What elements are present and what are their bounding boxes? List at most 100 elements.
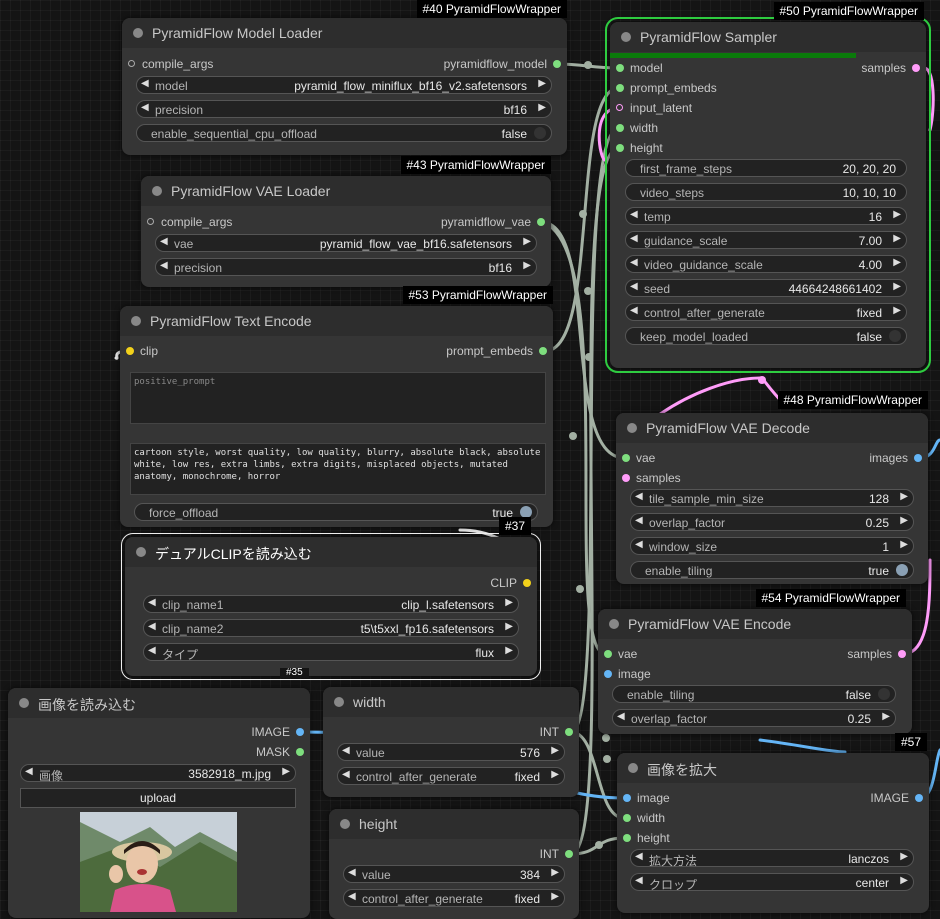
- socket-icon[interactable]: [616, 124, 624, 132]
- tile-sample-min-size-stepper[interactable]: ◀ tile_sample_min_size 128 ▶: [630, 489, 914, 507]
- arrow-right-icon[interactable]: ▶: [893, 209, 901, 220]
- arrow-right-icon[interactable]: ▶: [893, 233, 901, 244]
- socket-icon[interactable]: [126, 347, 134, 355]
- arrow-right-icon[interactable]: ▶: [538, 78, 546, 89]
- socket-icon[interactable]: [623, 814, 631, 822]
- input-width[interactable]: width: [616, 120, 658, 136]
- node-title-bar[interactable]: PyramidFlow Model Loader: [122, 18, 567, 48]
- socket-icon[interactable]: [616, 64, 624, 72]
- input-clip[interactable]: clip: [126, 343, 158, 359]
- arrow-left-icon[interactable]: ◀: [635, 491, 643, 502]
- node-dual-clip-loader[interactable]: #37 #35 デュアルCLIPを読み込む CLIP ◀ clip_name1 cl…: [121, 517, 541, 680]
- arrow-right-icon[interactable]: ▶: [538, 102, 546, 113]
- socket-icon[interactable]: [604, 650, 612, 658]
- output-int[interactable]: INT: [540, 846, 573, 862]
- keep-model-loaded-toggle[interactable]: keep_model_loaded false: [625, 327, 907, 345]
- socket-icon[interactable]: [539, 347, 547, 355]
- input-model[interactable]: model: [616, 60, 663, 76]
- type-select[interactable]: ◀ タイプ flux ▶: [143, 643, 519, 662]
- output-mask[interactable]: MASK: [256, 744, 304, 760]
- socket-icon[interactable]: [912, 64, 920, 72]
- input-compile-args[interactable]: compile_args: [147, 214, 232, 230]
- width-value-stepper[interactable]: ◀ value 576 ▶: [337, 743, 565, 761]
- input-latent[interactable]: input_latent: [616, 100, 692, 116]
- socket-icon[interactable]: [616, 104, 623, 111]
- socket-icon[interactable]: [565, 850, 573, 858]
- output-pyramidflow-vae[interactable]: pyramidflow_vae: [441, 214, 545, 230]
- input-width[interactable]: width: [623, 810, 665, 826]
- arrow-right-icon[interactable]: ▶: [282, 766, 290, 777]
- node-vae-loader[interactable]: #43 PyramidFlowWrapper PyramidFlow VAE L…: [141, 156, 551, 287]
- upload-button[interactable]: upload: [20, 788, 296, 808]
- node-title-bar[interactable]: 画像を拡大: [617, 753, 929, 783]
- sequential-offload-toggle[interactable]: enable_sequential_cpu_offload false: [136, 124, 552, 142]
- clip-name2-select[interactable]: ◀ clip_name2 t5\t5xxl_fp16.safetensors ▶: [143, 619, 519, 637]
- enable-tiling-toggle[interactable]: enable_tiling false: [612, 685, 896, 703]
- video-steps-field[interactable]: video_steps 10, 10, 10: [625, 183, 907, 201]
- collapse-dot-icon[interactable]: [628, 763, 638, 773]
- collapse-dot-icon[interactable]: [609, 619, 619, 629]
- seed-stepper[interactable]: ◀ seed 44664248661402 ▶: [625, 279, 907, 297]
- arrow-right-icon[interactable]: ▶: [893, 257, 901, 268]
- positive-prompt-textarea[interactable]: positive_prompt: [130, 372, 546, 424]
- arrow-right-icon[interactable]: ▶: [900, 491, 908, 502]
- input-height[interactable]: height: [623, 830, 670, 846]
- node-width[interactable]: width INT ◀ value 576 ▶ ◀ control_after_gene…: [323, 687, 579, 797]
- node-title-bar[interactable]: PyramidFlow Sampler: [610, 22, 926, 52]
- input-vae[interactable]: vae: [622, 450, 655, 466]
- collapse-dot-icon[interactable]: [152, 186, 162, 196]
- socket-icon[interactable]: [523, 579, 531, 587]
- arrow-left-icon[interactable]: ◀: [617, 711, 625, 722]
- force-offload-toggle[interactable]: force_offload true: [134, 503, 538, 521]
- node-pyramidflow-sampler[interactable]: #50 PyramidFlowWrapper PyramidFlow Sampl…: [605, 2, 931, 373]
- arrow-right-icon[interactable]: ▶: [505, 645, 513, 656]
- video-guidance-scale-stepper[interactable]: ◀ video_guidance_scale 4.00 ▶: [625, 255, 907, 273]
- height-value-stepper[interactable]: ◀ value 384 ▶: [343, 865, 565, 883]
- socket-icon[interactable]: [623, 834, 631, 842]
- arrow-right-icon[interactable]: ▶: [900, 875, 908, 886]
- arrow-left-icon[interactable]: ◀: [148, 621, 156, 632]
- arrow-left-icon[interactable]: ◀: [630, 209, 638, 220]
- node-image-scale[interactable]: #57 画像を拡大 image IMAGE width height ◀ 拡大方法…: [617, 733, 929, 913]
- output-clip[interactable]: CLIP: [490, 575, 531, 591]
- output-images[interactable]: images: [869, 450, 922, 466]
- arrow-left-icon[interactable]: ◀: [148, 645, 156, 656]
- socket-icon[interactable]: [914, 454, 922, 462]
- socket-icon[interactable]: [565, 728, 573, 736]
- output-int[interactable]: INT: [540, 724, 573, 740]
- collapse-dot-icon[interactable]: [133, 28, 143, 38]
- arrow-right-icon[interactable]: ▶: [551, 867, 559, 878]
- input-compile-args[interactable]: compile_args: [128, 56, 213, 72]
- socket-icon[interactable]: [623, 794, 631, 802]
- temp-stepper[interactable]: ◀ temp 16 ▶: [625, 207, 907, 225]
- first-frame-steps-field[interactable]: first_frame_steps 20, 20, 20: [625, 159, 907, 177]
- arrow-right-icon[interactable]: ▶: [900, 515, 908, 526]
- arrow-left-icon[interactable]: ◀: [630, 257, 638, 268]
- arrow-left-icon[interactable]: ◀: [635, 515, 643, 526]
- arrow-left-icon[interactable]: ◀: [342, 745, 350, 756]
- socket-icon[interactable]: [604, 670, 612, 678]
- arrow-right-icon[interactable]: ▶: [551, 891, 559, 902]
- arrow-left-icon[interactable]: ◀: [635, 539, 643, 550]
- arrow-left-icon[interactable]: ◀: [148, 597, 156, 608]
- overlap-factor-stepper[interactable]: ◀ overlap_factor 0.25 ▶: [630, 513, 914, 531]
- node-title-bar[interactable]: PyramidFlow VAE Decode: [616, 413, 928, 443]
- arrow-left-icon[interactable]: ◀: [630, 281, 638, 292]
- node-title-bar[interactable]: width: [323, 687, 579, 717]
- node-model-loader[interactable]: #40 PyramidFlowWrapper PyramidFlow Model…: [122, 0, 567, 155]
- output-image[interactable]: IMAGE: [251, 724, 304, 740]
- upscale-method-select[interactable]: ◀ 拡大方法 lanczos ▶: [630, 849, 914, 868]
- input-samples[interactable]: samples: [622, 470, 681, 486]
- arrow-left-icon[interactable]: ◀: [141, 78, 149, 89]
- overlap-factor-stepper[interactable]: ◀ overlap_factor 0.25 ▶: [612, 709, 896, 727]
- arrow-left-icon[interactable]: ◀: [630, 305, 638, 316]
- input-prompt-embeds[interactable]: prompt_embeds: [616, 80, 717, 96]
- arrow-left-icon[interactable]: ◀: [160, 236, 168, 247]
- input-image[interactable]: image: [623, 790, 670, 806]
- arrow-right-icon[interactable]: ▶: [900, 851, 908, 862]
- arrow-left-icon[interactable]: ◀: [348, 867, 356, 878]
- arrow-right-icon[interactable]: ▶: [505, 597, 513, 608]
- height-control-select[interactable]: ◀ control_after_generate fixed ▶: [343, 889, 565, 907]
- arrow-right-icon[interactable]: ▶: [893, 305, 901, 316]
- socket-icon[interactable]: [147, 218, 154, 225]
